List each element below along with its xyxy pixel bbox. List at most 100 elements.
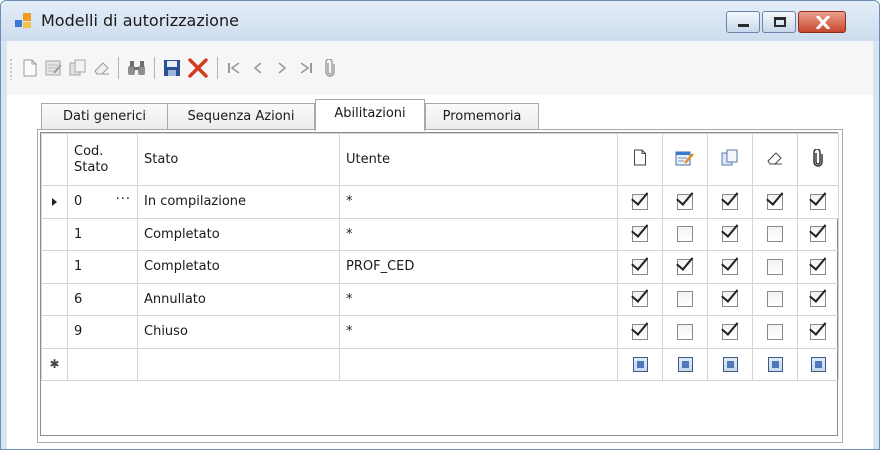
cell-stato[interactable]: Completato xyxy=(137,217,340,251)
row-selector[interactable] xyxy=(41,250,68,284)
cell-utente[interactable]: * xyxy=(339,282,618,316)
new-permission-checkbox[interactable] xyxy=(632,193,648,210)
column-header-eraser[interactable] xyxy=(752,133,798,186)
find-button[interactable] xyxy=(125,56,149,80)
row-selector[interactable] xyxy=(41,217,68,251)
cell-cod-stato[interactable]: 0 ··· xyxy=(67,185,138,219)
new-row[interactable]: ✱ xyxy=(41,347,839,381)
attachment-button[interactable] xyxy=(319,56,341,80)
edit-permission-checkbox[interactable] xyxy=(677,323,693,340)
copy-button[interactable] xyxy=(67,56,89,80)
eraser-permission-checkbox[interactable] xyxy=(767,226,783,243)
copy-permission-checkbox[interactable] xyxy=(722,258,738,275)
previous-record-button[interactable] xyxy=(247,56,269,80)
copy-new-row-checkbox[interactable] xyxy=(722,356,738,372)
table-row[interactable]: 9 Chiuso * xyxy=(41,315,839,349)
row-selector[interactable] xyxy=(41,315,68,349)
toolbar-separator xyxy=(154,57,155,79)
cell-cod-stato[interactable]: 6 xyxy=(67,282,138,316)
attachment-permission-checkbox[interactable] xyxy=(810,193,826,210)
edit-permission-checkbox[interactable] xyxy=(677,226,693,243)
attachment-new-row-checkbox[interactable] xyxy=(810,356,826,372)
grid-body: 0 ··· In compilazione * 1 Completato * 1 Complet… xyxy=(41,185,839,381)
first-record-button[interactable] xyxy=(223,56,245,80)
new-new-row-checkbox[interactable] xyxy=(632,356,648,372)
copy-permission-checkbox[interactable] xyxy=(722,323,738,340)
attachment-permission-checkbox[interactable] xyxy=(810,291,826,308)
new-row-cell-cod-stato[interactable] xyxy=(67,347,138,381)
edit-permission-checkbox[interactable] xyxy=(677,258,693,275)
cell-cod-stato[interactable]: 1 xyxy=(67,217,138,251)
edit-permission-checkbox[interactable] xyxy=(677,193,693,210)
copy-permission-checkbox[interactable] xyxy=(722,226,738,243)
new-row-cell-utente[interactable] xyxy=(339,347,618,381)
tab-dati-generici[interactable]: Dati generici xyxy=(41,103,168,130)
toolbar-grip[interactable] xyxy=(10,58,12,80)
eraser-permission-checkbox[interactable] xyxy=(767,323,783,340)
next-record-button[interactable] xyxy=(271,56,293,80)
eraser-permission-checkbox[interactable] xyxy=(767,258,783,275)
close-button[interactable] xyxy=(798,11,846,33)
row-selector[interactable] xyxy=(41,282,68,316)
tab-promemoria[interactable]: Promemoria xyxy=(425,103,539,130)
cell-utente[interactable]: * xyxy=(339,315,618,349)
edit-new-row-checkbox[interactable] xyxy=(677,356,693,372)
last-record-button[interactable] xyxy=(295,56,317,80)
eraser-new-row-checkbox[interactable] xyxy=(767,356,783,372)
lookup-ellipsis-button[interactable]: ··· xyxy=(116,192,131,207)
maximize-button[interactable] xyxy=(762,11,796,33)
cod-stato-value: 9 xyxy=(74,324,83,340)
new-permission-checkbox[interactable] xyxy=(632,226,648,243)
new-button[interactable] xyxy=(19,56,41,80)
table-row[interactable]: 1 Completato PROF_CED xyxy=(41,250,839,284)
new-row-cell-stato[interactable] xyxy=(137,347,340,381)
column-header-stato[interactable]: Stato xyxy=(137,133,340,186)
delete-button[interactable] xyxy=(185,56,211,80)
new-permission-checkbox[interactable] xyxy=(632,291,648,308)
eraser-permission-checkbox[interactable] xyxy=(767,193,783,210)
column-header-copy[interactable] xyxy=(707,133,753,186)
window-title: Modelli di autorizzazione xyxy=(41,11,239,30)
attachment-permission-checkbox[interactable] xyxy=(810,226,826,243)
save-button[interactable] xyxy=(160,56,184,80)
cell-utente[interactable]: * xyxy=(339,217,618,251)
header-row-selector[interactable] xyxy=(41,133,68,186)
column-header-attachment[interactable] xyxy=(797,133,839,186)
cod-stato-value: 1 xyxy=(74,259,83,275)
new-permission-checkbox[interactable] xyxy=(632,258,648,275)
copy-permission-checkbox[interactable] xyxy=(722,291,738,308)
cell-utente[interactable]: PROF_CED xyxy=(339,250,618,284)
cell-stato[interactable]: Completato xyxy=(137,250,340,284)
new-row-selector[interactable]: ✱ xyxy=(41,347,68,381)
new-permission-checkbox[interactable] xyxy=(632,323,648,340)
cell-stato[interactable]: Annullato xyxy=(137,282,340,316)
attachment-permission-checkbox[interactable] xyxy=(810,323,826,340)
column-header-cod-stato[interactable]: Cod. Stato xyxy=(67,133,138,186)
column-header-new[interactable] xyxy=(617,133,663,186)
cell-cod-stato[interactable]: 9 xyxy=(67,315,138,349)
new-row-asterisk-icon: ✱ xyxy=(49,356,60,371)
eraser-permission-checkbox[interactable] xyxy=(767,291,783,308)
cell-stato[interactable]: In compilazione xyxy=(137,185,340,219)
minimize-button[interactable] xyxy=(726,11,760,33)
attachment-permission-checkbox[interactable] xyxy=(810,258,826,275)
cell-attachment xyxy=(797,250,839,284)
edit-button[interactable] xyxy=(43,56,65,80)
permissions-grid[interactable]: Cod. Stato Stato Utente 0 ··· In compila… xyxy=(40,132,839,436)
tab-sequenza-azioni[interactable]: Sequenza Azioni xyxy=(167,103,315,130)
cell-cod-stato[interactable]: 1 xyxy=(67,250,138,284)
edit-icon xyxy=(45,60,62,76)
edit-permission-checkbox[interactable] xyxy=(677,291,693,308)
column-header-utente[interactable]: Utente xyxy=(339,133,618,186)
table-row[interactable]: 0 ··· In compilazione * xyxy=(41,185,839,219)
eraser-button[interactable] xyxy=(91,56,113,80)
row-selector[interactable] xyxy=(41,185,68,219)
table-row[interactable]: 6 Annullato * xyxy=(41,282,839,316)
copy-permission-checkbox[interactable] xyxy=(722,193,738,210)
title-bar[interactable]: Modelli di autorizzazione xyxy=(1,1,879,41)
tab-abilitazioni[interactable]: Abilitazioni xyxy=(315,99,425,131)
cell-stato[interactable]: Chiuso xyxy=(137,315,340,349)
cell-utente[interactable]: * xyxy=(339,185,618,219)
column-header-edit[interactable] xyxy=(662,133,708,186)
table-row[interactable]: 1 Completato * xyxy=(41,217,839,251)
